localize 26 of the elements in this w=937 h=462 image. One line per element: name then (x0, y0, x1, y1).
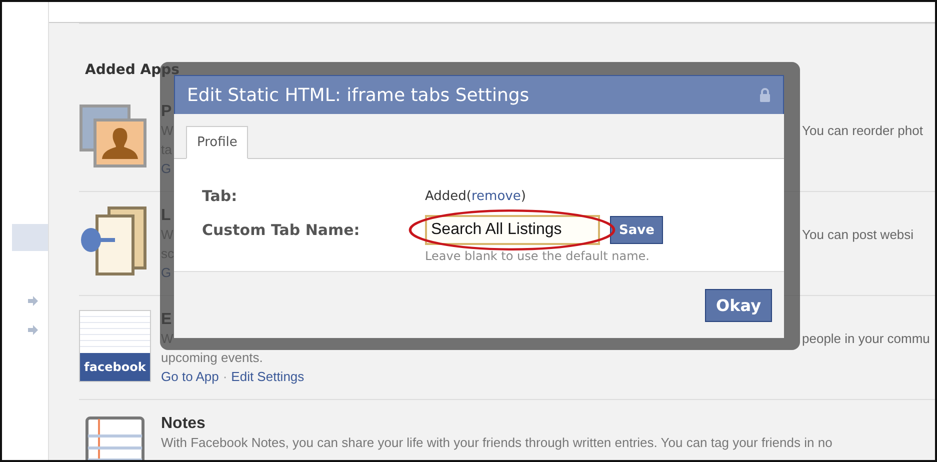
sidebar-highlight (12, 224, 48, 251)
app-description: people in your commu (802, 331, 930, 346)
pinned-pages-icon (79, 206, 149, 276)
tab-name-field[interactable]: Search All Listings (425, 215, 600, 245)
app-description: You can reorder phot (802, 123, 923, 138)
app-link[interactable]: Edit Settings (231, 369, 304, 384)
app-description: With Facebook Notes, you can share your life with your friends through written entries. You can tag your friends in no (161, 435, 832, 450)
profile-tab[interactable]: Profile (186, 126, 248, 159)
okay-button[interactable]: Okay (705, 288, 772, 322)
app-description: You can post websi (802, 227, 914, 242)
arrow-icon[interactable] (28, 325, 38, 335)
app-description: upcoming events. (161, 350, 263, 365)
parenthesis: ( (466, 188, 472, 204)
parenthesis: ) (520, 188, 526, 204)
arrow-icon[interactable] (28, 296, 38, 306)
hint-text: Leave blank to use the default name. (425, 249, 650, 263)
tab-status: Added (425, 188, 466, 204)
events-app-icon: facebook (79, 310, 151, 382)
lock-icon (759, 88, 771, 102)
app-link[interactable]: Go to App (161, 369, 219, 384)
tab-label: Tab: (202, 187, 238, 205)
link-separator: · (222, 369, 228, 384)
remove-link[interactable]: remove (472, 188, 521, 204)
save-button[interactable]: Save (610, 216, 664, 244)
custom-tab-name-label: Custom Tab Name: (202, 221, 361, 239)
app-title: Notes (161, 415, 206, 432)
